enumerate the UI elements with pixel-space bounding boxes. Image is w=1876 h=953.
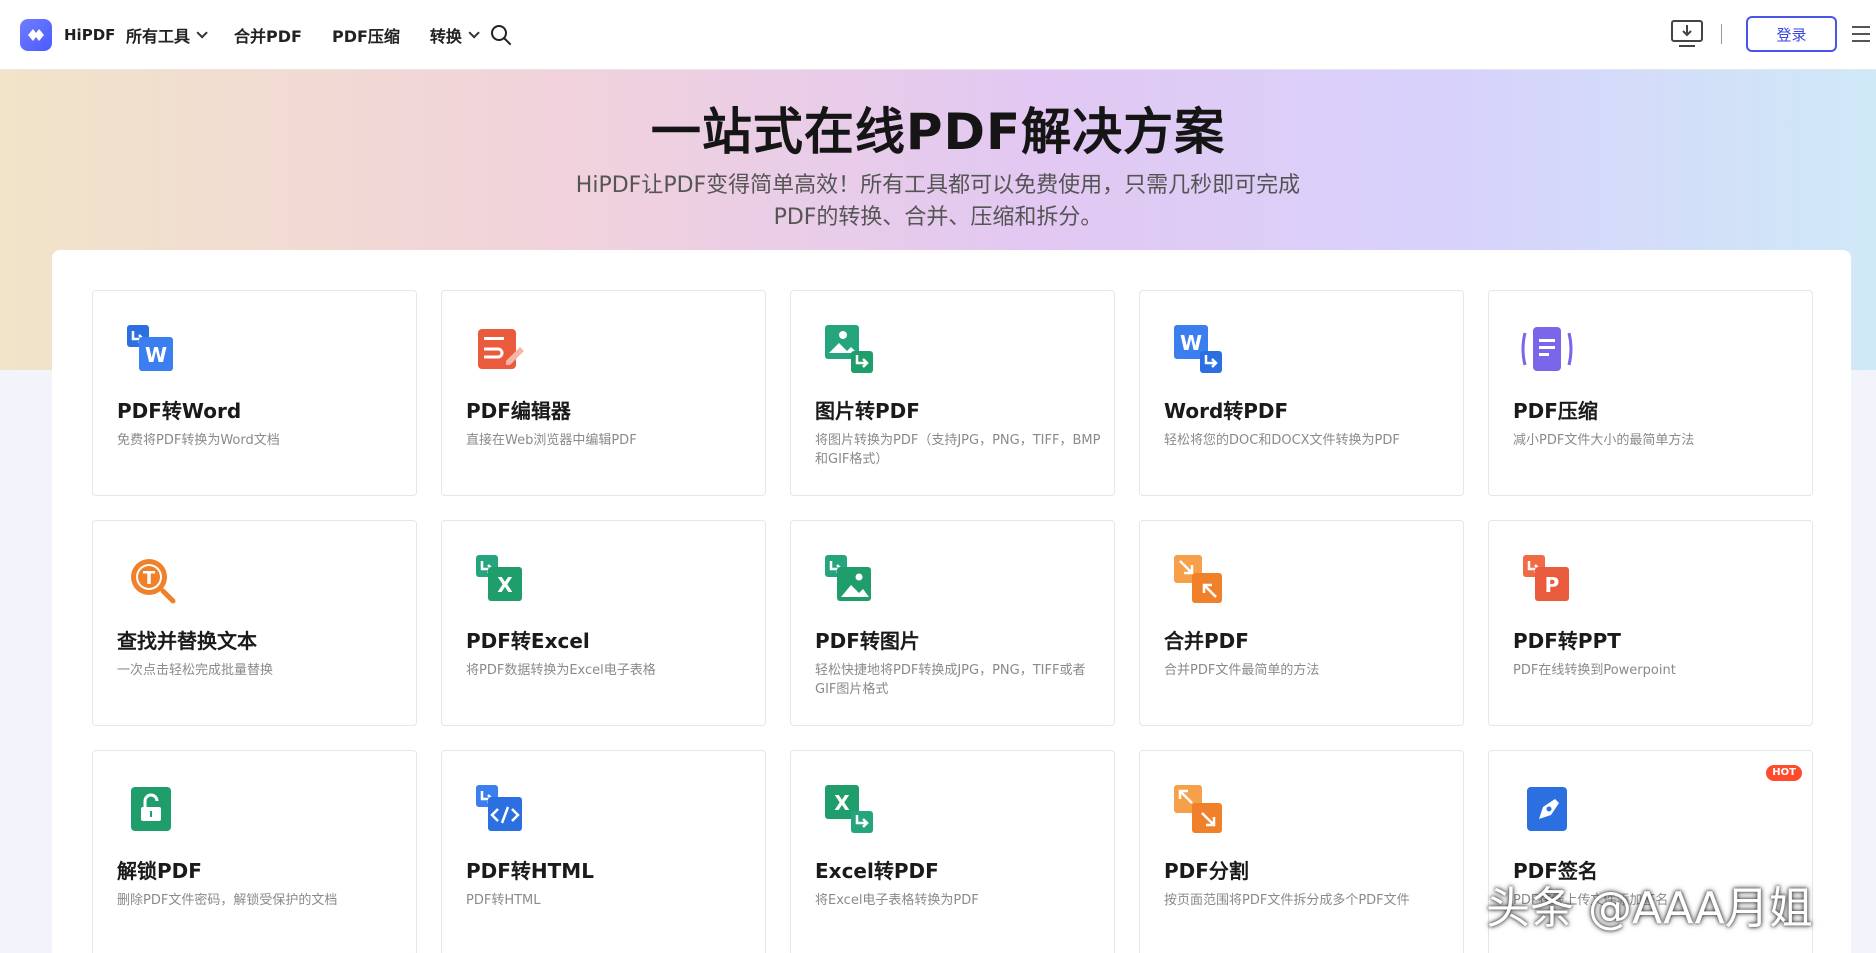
tool-card-pdf-editor[interactable]: PDF编辑器 直接在Web浏览器中编辑PDF xyxy=(441,290,766,496)
unlock-pdf-icon xyxy=(131,787,171,831)
tool-title: Excel转PDF xyxy=(815,859,939,883)
tool-title: PDF转图片 xyxy=(815,629,920,653)
tool-description: 按页面范围将PDF文件拆分成多个PDF文件 xyxy=(1164,893,1410,908)
svg-text:X: X xyxy=(497,573,513,597)
tool-description: 轻松将您的DOC和DOCX文件转换为PDF xyxy=(1164,433,1400,448)
merge-pdf-icon xyxy=(1174,555,1222,603)
tool-description: 删除PDF文件密码，解锁受保护的文档 xyxy=(117,893,338,908)
tool-card-pdf-to-word[interactable]: W PDF转Word 免费将PDF转换为Word文档 xyxy=(92,290,417,496)
hipdf-logo-icon xyxy=(20,19,52,51)
tool-title: 解锁PDF xyxy=(117,859,202,883)
page-subtitle: HiPDF让PDF变得简单高效！所有工具都可以免费使用，只需几秒即可完成 PDF… xyxy=(538,170,1338,234)
tool-description: 将图片转换为PDF（支持JPG，PNG，TIFF，BMP和GIF格式） xyxy=(815,433,1101,467)
tool-title: PDF编辑器 xyxy=(466,399,571,423)
tools-panel: W PDF转Word 免费将PDF转换为Word文档 PDF编辑器 直接在Web… xyxy=(52,250,1851,953)
image-to-pdf-icon xyxy=(825,325,873,373)
word-to-pdf-icon: W xyxy=(1174,325,1222,373)
pdf-to-ppt-icon: P xyxy=(1523,555,1569,601)
tool-description: 减小PDF文件大小的最简单方法 xyxy=(1513,433,1695,448)
tool-title: Word转PDF xyxy=(1164,399,1289,423)
main-nav: 所有工具 合并PDF PDF压缩 转换 xyxy=(126,0,506,70)
nav-merge-pdf-label: 合并PDF xyxy=(234,27,302,46)
divider xyxy=(1721,24,1722,44)
tool-description: PDF转HTML xyxy=(466,893,541,908)
nav-all-tools-label: 所有工具 xyxy=(126,27,191,46)
tool-card-split-pdf[interactable]: PDF分割 按页面范围将PDF文件拆分成多个PDF文件 xyxy=(1139,750,1464,953)
pdf-to-html-icon xyxy=(476,785,522,831)
sign-pdf-icon xyxy=(1527,787,1567,831)
tool-card-excel-to-pdf[interactable]: X Excel转PDF 将Excel电子表格转换为PDF xyxy=(790,750,1115,953)
tool-description: 直接在Web浏览器中编辑PDF xyxy=(466,433,637,448)
logo-text: HiPDF xyxy=(64,26,116,44)
tool-title: PDF压缩 xyxy=(1513,399,1598,423)
login-button[interactable]: 登录 xyxy=(1746,16,1837,52)
nav-merge-pdf[interactable]: 合并PDF xyxy=(234,23,302,47)
tool-description: 合并PDF文件最简单的方法 xyxy=(1164,663,1320,678)
find-replace-icon: T xyxy=(131,559,176,604)
watermark-text: 头条 @AAA月姐 xyxy=(1486,883,1813,934)
tool-description: PDF在线转换到Powerpoint xyxy=(1513,663,1676,678)
tool-title: 合并PDF xyxy=(1164,629,1249,653)
hot-badge: HOT xyxy=(1766,765,1802,781)
svg-text:W: W xyxy=(145,343,167,367)
pdf-to-word-icon: W xyxy=(127,325,173,371)
nav-convert-label: 转换 xyxy=(429,27,462,46)
hipdf-logo[interactable]: HiPDF xyxy=(20,19,115,51)
tool-card-merge-pdf[interactable]: 合并PDF 合并PDF文件最简单的方法 xyxy=(1139,520,1464,726)
nav-compress-pdf[interactable]: PDF压缩 xyxy=(332,23,400,47)
pdf-to-excel-icon: X xyxy=(476,555,522,601)
pdf-compress-icon xyxy=(1521,327,1573,371)
tool-description: 免费将PDF转换为Word文档 xyxy=(117,433,280,448)
chevron-down-icon xyxy=(196,27,208,39)
tool-description: 将Excel电子表格转换为PDF xyxy=(815,893,979,908)
chevron-down-icon xyxy=(468,27,480,39)
tool-card-word-to-pdf[interactable]: W Word转PDF 轻松将您的DOC和DOCX文件转换为PDF xyxy=(1139,290,1464,496)
nav-all-tools[interactable]: 所有工具 xyxy=(126,23,208,47)
tool-card-pdf-to-ppt[interactable]: P PDF转PPT PDF在线转换到Powerpoint xyxy=(1488,520,1813,726)
tool-description: 一次点击轻松完成批量替换 xyxy=(117,663,274,678)
excel-to-pdf-icon: X xyxy=(825,785,873,833)
nav-compress-pdf-label: PDF压缩 xyxy=(331,27,400,46)
tool-card-image-to-pdf[interactable]: 图片转PDF 将图片转换为PDF（支持JPG，PNG，TIFF，BMP和GIF格… xyxy=(790,290,1115,496)
tool-title: PDF转HTML xyxy=(466,859,594,883)
desktop-download-icon[interactable] xyxy=(1671,20,1703,48)
search-icon[interactable] xyxy=(488,22,514,48)
page-title: 一站式在线PDF解决方案 xyxy=(650,103,1226,161)
tool-title: PDF转PPT xyxy=(1513,629,1621,653)
tool-card-pdf-to-image[interactable]: PDF转图片 轻松快捷地将PDF转换成JPG，PNG，TIFF或者GIF图片格式 xyxy=(790,520,1115,726)
tool-title: PDF转Word xyxy=(117,399,242,423)
svg-text:T: T xyxy=(143,568,156,589)
tool-title: PDF转Excel xyxy=(466,629,590,653)
tool-title: 查找并替换文本 xyxy=(117,629,257,653)
svg-text:W: W xyxy=(1180,331,1202,355)
top-navigation-bar: HiPDF 所有工具 合并PDF PDF压缩 转换 登录 xyxy=(0,0,1876,70)
tool-card-find-replace[interactable]: T 查找并替换文本 一次点击轻松完成批量替换 xyxy=(92,520,417,726)
split-pdf-icon xyxy=(1174,785,1222,833)
svg-text:X: X xyxy=(834,791,850,815)
tool-title: 图片转PDF xyxy=(815,399,920,423)
pdf-editor-icon xyxy=(478,329,524,369)
nav-convert[interactable]: 转换 xyxy=(429,23,480,47)
tool-card-pdf-compress[interactable]: PDF压缩 减小PDF文件大小的最简单方法 xyxy=(1488,290,1813,496)
tool-title: PDF分割 xyxy=(1164,859,1249,883)
tool-card-pdf-to-excel[interactable]: X PDF转Excel 将PDF数据转换为Excel电子表格 xyxy=(441,520,766,726)
tool-description: 将PDF数据转换为Excel电子表格 xyxy=(466,663,656,678)
tool-description: 轻松快捷地将PDF转换成JPG，PNG，TIFF或者GIF图片格式 xyxy=(815,663,1086,697)
pdf-to-image-icon xyxy=(825,555,871,601)
subtitle-line-2: PDF的转换、合并、压缩和拆分。 xyxy=(773,205,1103,230)
subtitle-line-1: HiPDF让PDF变得简单高效！所有工具都可以免费使用，只需几秒即可完成 xyxy=(575,173,1301,198)
tool-card-pdf-to-html[interactable]: PDF转HTML PDF转HTML xyxy=(441,750,766,953)
hamburger-menu-icon[interactable] xyxy=(1852,26,1870,42)
tool-card-unlock-pdf[interactable]: 解锁PDF 删除PDF文件密码，解锁受保护的文档 xyxy=(92,750,417,953)
svg-text:P: P xyxy=(1545,573,1560,597)
